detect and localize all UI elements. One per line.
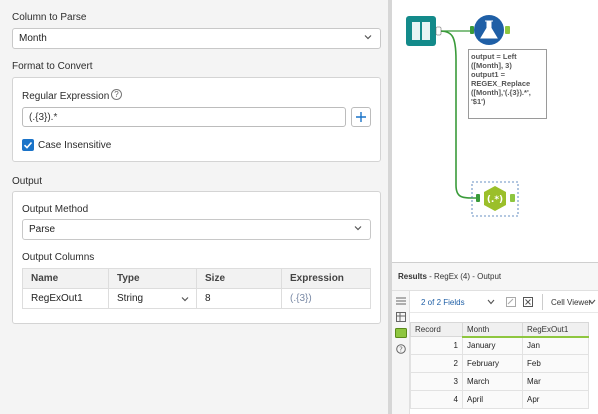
column-type-value: String [117,293,144,304]
case-insensitive-checkbox[interactable] [22,139,34,151]
output-columns-label: Output Columns [22,252,95,263]
regexout-cell[interactable]: Apr [522,390,589,409]
annotation-line: ([Month], 3) [471,61,512,70]
column-header-size: Size [196,268,282,289]
regex-input-value: (.{3}).* [29,112,58,123]
grid-header-month[interactable]: Month [462,322,523,338]
results-title-prefix: Results [398,272,427,281]
column-header-type: Type [108,268,197,289]
output-section-label: Output [12,176,43,187]
results-header: Results - RegEx (4) - Output [392,263,598,291]
table-row[interactable]: 3 March Mar [410,372,589,391]
results-title-suffix: - RegEx (4) - Output [426,272,502,281]
results-sidebar: ? [392,291,410,414]
column-to-parse-value: Month [19,33,47,44]
chevron-down-icon [364,35,372,40]
chevron-down-icon[interactable] [588,299,596,305]
chevron-down-icon [181,297,189,302]
cell-viewer-dropdown[interactable]: Cell Viewer [551,298,591,307]
results-grid: Record Month RegExOut1 1 January Jan 2 F… [410,322,589,409]
annotation-line: '$1') [471,97,486,106]
results-toolbar: 2 of 2 Fields Cell Viewer [410,291,598,313]
help-glyph: ? [114,90,119,99]
help-icon[interactable]: ? [396,344,406,354]
column-to-parse-select[interactable]: Month [12,28,381,49]
regexout-cell[interactable]: Jan [522,336,589,355]
insert-token-button[interactable] [351,107,371,127]
record-cell[interactable]: 2 [410,354,463,373]
month-cell[interactable]: April [462,390,523,409]
output-method-value: Parse [29,224,56,235]
table-row[interactable]: 4 April Apr [410,390,589,409]
regexout-cell[interactable]: Mar [522,372,589,391]
column-header-expression: Expression [281,268,371,289]
month-cell[interactable]: February [462,354,523,373]
formula-annotation: output = Left ([Month], 3) output1 = REG… [468,49,547,119]
regex-tool: (.*) [471,181,519,217]
regex-input[interactable]: (.{3}).* [22,107,346,127]
table-row[interactable]: 2 February Feb [410,354,589,373]
month-cell[interactable]: January [462,336,523,355]
formula-tool [470,15,510,45]
column-name-cell[interactable]: RegExOut1 [22,288,109,309]
svg-text:(.*): (.*) [487,195,503,205]
grid-header-regexout1[interactable]: RegExOut1 [522,322,589,338]
svg-text:?: ? [399,346,403,354]
help-icon[interactable]: ? [111,89,122,100]
column-size-cell[interactable]: 8 [196,288,282,309]
table-row: RegExOut1 String 8 (.{3}) [22,288,371,309]
chevron-down-icon[interactable] [487,299,495,305]
grid-header-row: Record Month RegExOut1 [410,322,589,338]
annotation-line: ([Month],'(.{3}).*', [471,88,531,97]
annotation-line: REGEX_Replace [471,79,531,88]
edit-icon[interactable] [506,297,516,307]
workflow-diagram: (.*) [406,15,519,217]
checkmark-icon [23,141,33,149]
input-data-tool [406,16,442,46]
record-cell[interactable]: 1 [410,336,463,355]
grid-header-record[interactable]: Record [410,322,463,337]
month-cell[interactable]: March [462,372,523,391]
output-method-label: Output Method [22,204,89,215]
chevron-down-icon [354,226,362,231]
list-icon[interactable] [396,297,406,305]
format-to-convert-label: Format to Convert [12,61,93,72]
annotation-line: output = Left [471,52,517,61]
case-insensitive-label: Case Insensitive [38,140,112,151]
column-type-cell[interactable]: String [108,288,197,309]
table-icon[interactable] [396,312,406,322]
column-expression-cell: (.{3}) [281,288,371,309]
toolbar-divider [542,294,543,310]
annotation-line: output1 = [471,70,505,79]
results-title: Results - RegEx (4) - Output [398,272,501,281]
output-method-select[interactable]: Parse [22,219,371,240]
close-icon[interactable] [523,297,533,307]
output-columns-table: Name Type Size Expression RegExOut1 Stri… [22,268,371,309]
column-header-name: Name [22,268,109,289]
column-to-parse-label: Column to Parse [12,12,87,23]
record-cell[interactable]: 3 [410,372,463,391]
table-header-row: Name Type Size Expression [22,268,371,289]
regexout-cell[interactable]: Feb [522,354,589,373]
record-cell[interactable]: 4 [410,390,463,409]
table-row[interactable]: 1 January Jan [410,336,589,355]
fields-selector[interactable]: 2 of 2 Fields [421,298,465,307]
regex-label: Regular Expression [22,91,110,102]
plus-icon [356,112,366,122]
data-icon[interactable] [395,328,407,338]
configuration-panel: Column to Parse Month Format to Convert … [0,0,390,414]
